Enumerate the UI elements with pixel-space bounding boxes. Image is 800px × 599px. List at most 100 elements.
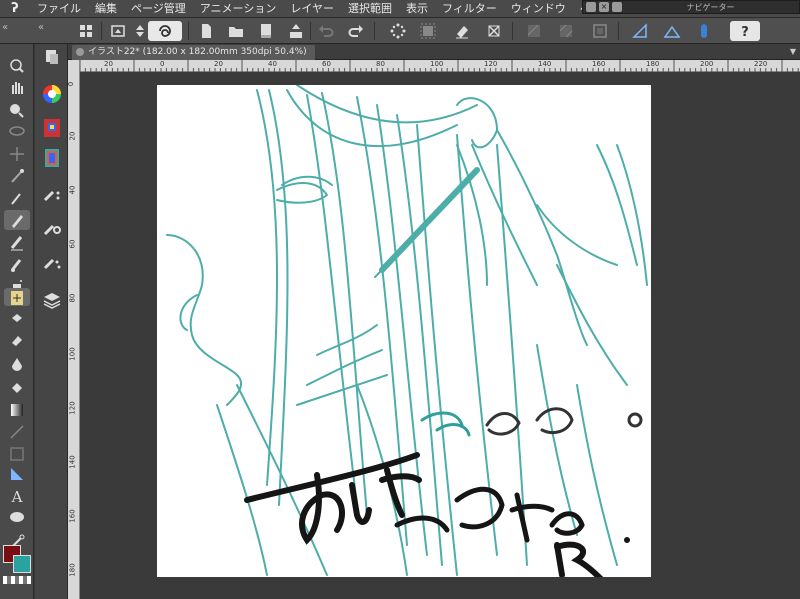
new-file-icon[interactable] (196, 21, 216, 41)
selection-icon[interactable] (418, 21, 438, 41)
menu-selection[interactable]: 選択範囲 (341, 0, 399, 18)
decoration-icon[interactable] (4, 288, 30, 306)
frame-icon[interactable] (590, 21, 610, 41)
ruler-label: 120 (484, 60, 498, 68)
navigator-close-icon[interactable]: × (599, 2, 609, 12)
ruler-label: 20 (68, 131, 77, 141)
save-icon[interactable] (256, 21, 276, 41)
layer-icon[interactable] (39, 288, 65, 312)
wand-icon[interactable] (4, 166, 30, 186)
menu-animation[interactable]: アニメーション (193, 0, 284, 18)
menu-layer[interactable]: レイヤー (283, 0, 341, 18)
pen-tool-icon[interactable] (4, 210, 30, 230)
ruler-label: 120 (68, 401, 77, 415)
ruler-label: 180 (646, 60, 660, 68)
open-icon[interactable] (108, 21, 128, 41)
ruler-label: 0 (67, 81, 76, 87)
crop-icon[interactable] (484, 21, 504, 41)
undo-icon[interactable] (316, 21, 336, 41)
sub-color-swatch[interactable] (13, 555, 31, 573)
ruler-icon[interactable] (4, 464, 30, 484)
collapse-left-icon[interactable]: « (2, 22, 8, 33)
text-icon[interactable]: A (4, 486, 30, 506)
ruler-label: 80 (376, 60, 385, 68)
navigator-title: ナビゲーター (686, 2, 735, 12)
ruler-snap-icon[interactable] (662, 21, 682, 41)
brush-size-icon[interactable] (39, 184, 65, 208)
ruler-label: 220 (754, 60, 768, 68)
toolbar: « « ? (0, 18, 800, 44)
ruler-label: 60 (68, 239, 77, 249)
ruler-label: 180 (68, 563, 77, 577)
artwork-canvas[interactable] (157, 85, 651, 577)
zoom-icon[interactable] (4, 56, 30, 76)
frame-border-icon[interactable] (4, 444, 30, 464)
transform-icon[interactable] (388, 21, 408, 41)
balloon-icon[interactable] (4, 508, 30, 528)
navigator-window[interactable]: × ナビゲーター (582, 0, 800, 14)
app-logo-icon[interactable]: ʔ (0, 0, 30, 18)
ruler-label: 40 (68, 185, 77, 195)
eyedropper-icon[interactable] (4, 188, 30, 208)
menu-page[interactable]: ページ管理 (124, 0, 193, 18)
ruler-label: 100 (68, 347, 77, 361)
grid-icon[interactable] (76, 21, 96, 41)
ruler-label: 160 (68, 509, 77, 523)
fill-icon[interactable] (4, 354, 30, 374)
pencil-icon[interactable] (4, 232, 30, 252)
vertical-ruler: 0 20 40 60 80 100 120 140 160 180 (67, 60, 80, 599)
line-icon[interactable] (4, 422, 30, 442)
color-set-icon[interactable] (39, 116, 65, 140)
horizontal-ruler: 20 0 20 40 60 80 100 120 140 160 180 200… (80, 60, 800, 72)
pen-pressure-icon[interactable] (630, 21, 650, 41)
handwritten-signature (244, 407, 643, 577)
blend-icon[interactable] (4, 308, 30, 328)
ruler-label: 140 (68, 455, 77, 469)
transparent-color-swatch[interactable] (3, 576, 31, 584)
tab-close-icon[interactable] (76, 48, 84, 56)
spinner-icon[interactable] (130, 21, 144, 41)
paint-bucket-icon[interactable] (4, 378, 30, 398)
menu-filter[interactable]: フィルター (435, 0, 504, 18)
snap-icon[interactable] (694, 21, 714, 41)
folder-icon[interactable] (226, 21, 246, 41)
ruler-label: 20 (104, 60, 113, 68)
menu-view[interactable]: 表示 (399, 0, 435, 18)
sub-view-icon[interactable] (39, 252, 65, 276)
collapse-left-icon-2[interactable]: « (38, 22, 44, 33)
pattern-icon[interactable] (556, 21, 576, 41)
color-pick-icon[interactable] (4, 100, 30, 120)
ruler-label: 80 (68, 293, 77, 303)
menu-window[interactable]: ウィンドウ (504, 0, 573, 18)
lasso-icon[interactable] (4, 122, 30, 142)
upload-icon[interactable] (286, 21, 306, 41)
tab-menu-icon[interactable]: ▼ (790, 47, 796, 56)
menu-edit[interactable]: 編集 (88, 0, 124, 18)
help-icon[interactable]: ? (730, 21, 760, 41)
svg-text:?: ? (741, 25, 749, 40)
hand-icon[interactable] (4, 78, 30, 98)
navigator-menu-icon[interactable] (586, 2, 596, 12)
tool-property-icon[interactable] (39, 218, 65, 242)
ruler-label: 20 (214, 60, 223, 68)
navigator-minimize-icon[interactable] (612, 2, 622, 12)
move-icon[interactable] (4, 144, 30, 164)
eraser-icon[interactable] (452, 21, 472, 41)
document-tab[interactable]: イラスト22* (182.00 x 182.00mm 350dpi 50.4%) (72, 45, 315, 60)
eraser-tool-icon[interactable] (4, 330, 30, 350)
sub-tool-icon[interactable] (39, 46, 65, 70)
ruler-label: 100 (430, 60, 444, 68)
svg-text:A: A (11, 488, 23, 506)
color-history-icon[interactable] (39, 146, 65, 170)
hatching-icon[interactable] (524, 21, 544, 41)
ruler-label: 140 (538, 60, 552, 68)
menu-file[interactable]: ファイル (30, 0, 88, 18)
ruler-label: 40 (268, 60, 277, 68)
brush-icon[interactable] (4, 254, 30, 274)
document-tab-bar: イラスト22* (182.00 x 182.00mm 350dpi 50.4%)… (68, 44, 800, 60)
app-icon[interactable] (148, 21, 182, 41)
redo-icon[interactable] (346, 21, 366, 41)
color-wheel-icon[interactable] (39, 82, 65, 106)
ruler-label: 200 (700, 60, 714, 68)
gradient-icon[interactable] (4, 400, 30, 420)
